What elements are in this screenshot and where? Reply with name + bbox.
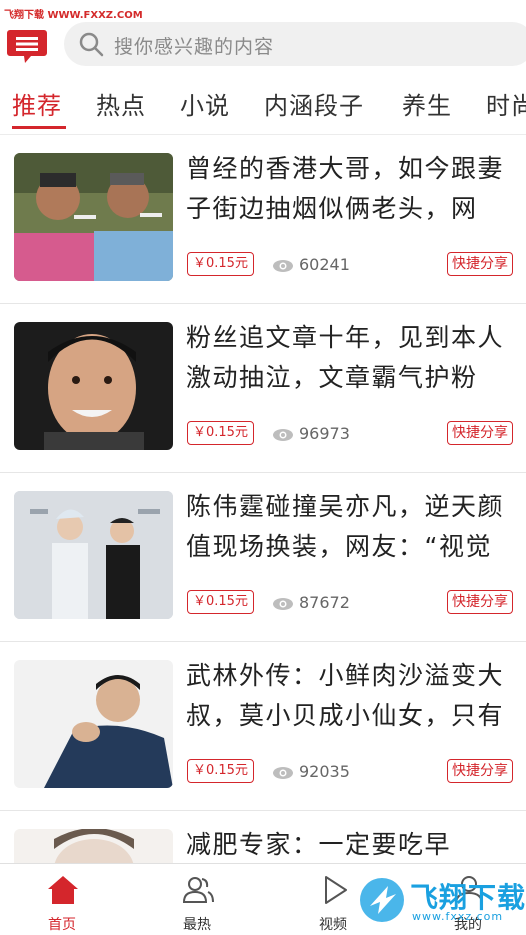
tab-jokes[interactable]: 内涵段子 — [264, 86, 364, 121]
watermark-url: www.fxxz.com — [412, 910, 504, 923]
eye-icon — [273, 428, 293, 441]
tab-health[interactable]: 养生 — [402, 86, 452, 121]
message-icon[interactable] — [7, 26, 47, 66]
item-title: 陈伟霆碰撞吴亦凡，逆天颜值现场换装，网友：“视觉 — [186, 492, 505, 561]
quick-share-button[interactable]: 快捷分享 — [447, 759, 513, 783]
thumbnail-image — [14, 829, 173, 863]
search-icon — [78, 31, 104, 57]
category-tabs: 推荐 热点 小说 内涵段子 养生 时尚 — [0, 82, 526, 132]
view-count-value: 92035 — [299, 762, 350, 781]
view-count-value: 60241 — [299, 255, 350, 274]
active-tab-indicator — [12, 126, 66, 129]
item-title: 粉丝追文章十年，见到本人激动抽泣，文章霸气护粉 — [186, 323, 505, 392]
price-badge: ￥0.15元 — [187, 252, 254, 276]
view-count: 87672 — [272, 591, 350, 615]
list-item[interactable]: 曾经的香港大哥，如今跟妻子街边抽烟似俩老头，网 ￥0.15元 60241 快捷分… — [0, 135, 526, 304]
thumbnail-image — [14, 660, 173, 788]
nav-label: 首页 — [48, 917, 76, 933]
list-item[interactable]: 粉丝追文章十年，见到本人激动抽泣，文章霸气护粉 ￥0.15元 96973 快捷分… — [0, 304, 526, 473]
search-placeholder: 搜你感兴趣的内容 — [114, 36, 275, 58]
thumbnail-image — [14, 322, 173, 450]
quick-share-button[interactable]: 快捷分享 — [447, 590, 513, 614]
top-bar: 搜你感兴趣的内容 — [0, 14, 526, 76]
tab-hot[interactable]: 热点 — [96, 86, 146, 121]
nav-home[interactable]: 首页 — [12, 864, 112, 935]
price-badge: ￥0.15元 — [187, 590, 254, 614]
tab-recommend[interactable]: 推荐 — [12, 86, 62, 121]
eye-icon — [273, 597, 293, 610]
tab-fashion[interactable]: 时尚 — [486, 86, 526, 121]
eye-icon — [273, 259, 293, 272]
list-item[interactable]: 武林外传：小鲜肉沙溢变大叔，莫小贝成小仙女，只有 ￥0.15元 92035 快捷… — [0, 642, 526, 811]
price-badge: ￥0.15元 — [187, 759, 254, 783]
news-feed: 曾经的香港大哥，如今跟妻子街边抽烟似俩老头，网 ￥0.15元 60241 快捷分… — [0, 135, 526, 863]
eye-icon — [273, 766, 293, 779]
watermark-icon — [360, 878, 404, 922]
list-item[interactable]: 减肥专家：一定要吃早 — [0, 811, 526, 863]
watermark-logo: 飞翔下载 www.fxxz.com — [358, 870, 526, 930]
view-count-value: 96973 — [299, 424, 350, 443]
item-title: 减肥专家：一定要吃早 — [186, 830, 452, 859]
nav-label: 最热 — [183, 917, 211, 933]
view-count: 92035 — [272, 760, 350, 784]
view-count: 60241 — [272, 253, 350, 277]
tab-novel[interactable]: 小说 — [180, 86, 230, 121]
quick-share-button[interactable]: 快捷分享 — [447, 252, 513, 276]
play-icon — [325, 876, 347, 904]
item-title: 曾经的香港大哥，如今跟妻子街边抽烟似俩老头，网 — [186, 154, 505, 223]
view-count: 96973 — [272, 422, 350, 446]
quick-share-button[interactable]: 快捷分享 — [447, 421, 513, 445]
home-icon — [48, 876, 78, 904]
users-icon — [182, 877, 214, 903]
thumbnail-image — [14, 491, 173, 619]
nav-hottest[interactable]: 最热 — [147, 864, 247, 935]
list-item[interactable]: 陈伟霆碰撞吴亦凡，逆天颜值现场换装，网友：“视觉 ￥0.15元 87672 快捷… — [0, 473, 526, 642]
search-bar[interactable]: 搜你感兴趣的内容 — [64, 22, 526, 66]
view-count-value: 87672 — [299, 593, 350, 612]
item-title: 武林外传：小鲜肉沙溢变大叔，莫小贝成小仙女，只有 — [186, 661, 505, 730]
price-badge: ￥0.15元 — [187, 421, 254, 445]
thumbnail-image — [14, 153, 173, 281]
